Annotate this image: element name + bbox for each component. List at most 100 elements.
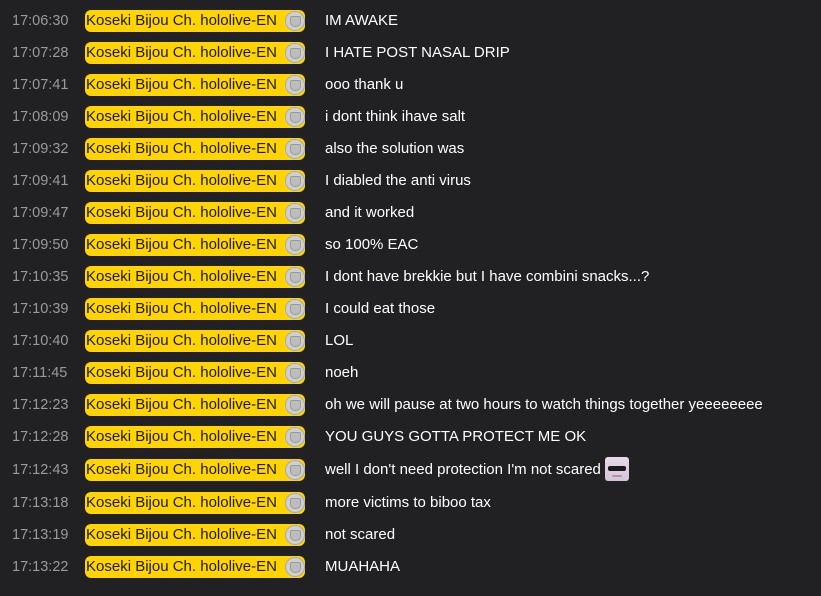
author-name: Koseki Bijou Ch. hololive-EN [86, 396, 277, 413]
message-text: i dont think ihave salt [325, 108, 466, 125]
author-chip[interactable]: Koseki Bijou Ch. hololive-EN [85, 202, 305, 224]
author-name: Koseki Bijou Ch. hololive-EN [86, 172, 277, 189]
chat-message: 17:13:22 Koseki Bijou Ch. hololive-EN MU… [0, 551, 821, 583]
message-text: not scared [325, 526, 396, 543]
message-text: ooo thank u [325, 76, 404, 93]
message-text: YOU GUYS GOTTA PROTECT ME OK [325, 428, 587, 445]
author-chip[interactable]: Koseki Bijou Ch. hololive-EN [85, 74, 305, 96]
chat-message: 17:12:23 Koseki Bijou Ch. hololive-EN oh… [0, 389, 821, 421]
message-text-content: well I don't need protection I'm not sca… [325, 461, 601, 478]
author-chip[interactable]: Koseki Bijou Ch. hololive-EN [85, 426, 305, 448]
member-badge-icon [285, 525, 305, 545]
chat-message: 17:12:43 Koseki Bijou Ch. hololive-EN we… [0, 453, 821, 487]
message-text: so 100% EAC [325, 236, 419, 253]
author-chip[interactable]: Koseki Bijou Ch. hololive-EN [85, 234, 305, 256]
author-chip[interactable]: Koseki Bijou Ch. hololive-EN [85, 266, 305, 288]
timestamp: 17:13:18 [12, 495, 69, 511]
timestamp: 17:08:09 [12, 109, 69, 125]
member-badge-icon [285, 267, 305, 287]
timestamp: 17:06:30 [12, 13, 69, 29]
member-badge-icon [285, 171, 305, 191]
timestamp: 17:09:41 [12, 173, 69, 189]
timestamp: 17:10:35 [12, 269, 69, 285]
timestamp: 17:12:28 [12, 429, 69, 445]
member-badge-icon [285, 427, 305, 447]
author-chip[interactable]: Koseki Bijou Ch. hololive-EN [85, 170, 305, 192]
member-badge-icon [285, 11, 305, 31]
author-chip[interactable]: Koseki Bijou Ch. hololive-EN [85, 459, 305, 481]
member-badge-icon [285, 331, 305, 351]
message-text: I dont have brekkie but I have combini s… [325, 268, 650, 285]
chat-message: 17:09:47 Koseki Bijou Ch. hololive-EN an… [0, 197, 821, 229]
author-name: Koseki Bijou Ch. hololive-EN [86, 76, 277, 93]
timestamp: 17:12:23 [12, 397, 69, 413]
author-chip[interactable]: Koseki Bijou Ch. hololive-EN [85, 138, 305, 160]
author-chip[interactable]: Koseki Bijou Ch. hololive-EN [85, 492, 305, 514]
chat-message: 17:13:18 Koseki Bijou Ch. hololive-EN mo… [0, 487, 821, 519]
sunglasses-emote-icon [604, 457, 629, 482]
member-badge-icon [285, 139, 305, 159]
author-name: Koseki Bijou Ch. hololive-EN [86, 268, 277, 285]
member-badge-icon [285, 75, 305, 95]
author-name: Koseki Bijou Ch. hololive-EN [86, 461, 277, 478]
timestamp: 17:09:50 [12, 237, 69, 253]
author-name: Koseki Bijou Ch. hololive-EN [86, 364, 277, 381]
author-chip[interactable]: Koseki Bijou Ch. hololive-EN [85, 330, 305, 352]
chat-message: 17:10:39 Koseki Bijou Ch. hololive-EN I … [0, 293, 821, 325]
chat-message: 17:09:41 Koseki Bijou Ch. hololive-EN I … [0, 165, 821, 197]
timestamp: 17:13:22 [12, 559, 69, 575]
member-badge-icon [285, 235, 305, 255]
author-chip[interactable]: Koseki Bijou Ch. hololive-EN [85, 106, 305, 128]
message-text: I HATE POST NASAL DRIP [325, 44, 510, 61]
member-badge-icon [285, 460, 305, 480]
author-name: Koseki Bijou Ch. hololive-EN [86, 204, 277, 221]
chat-message: 17:07:28 Koseki Bijou Ch. hololive-EN I … [0, 37, 821, 69]
message-text: also the solution was [325, 140, 465, 157]
author-chip[interactable]: Koseki Bijou Ch. hololive-EN [85, 362, 305, 384]
timestamp: 17:10:39 [12, 301, 69, 317]
message-text: well I don't need protection I'm not sca… [325, 453, 629, 487]
message-text: more victims to biboo tax [325, 494, 491, 511]
chat-message: 17:11:45 Koseki Bijou Ch. hololive-EN no… [0, 357, 821, 389]
timestamp: 17:13:19 [12, 527, 69, 543]
chat-message: 17:06:30 Koseki Bijou Ch. hololive-EN IM… [0, 5, 821, 37]
member-badge-icon [285, 493, 305, 513]
message-text: I could eat those [325, 300, 436, 317]
member-badge-icon [285, 203, 305, 223]
chat-message: 17:08:09 Koseki Bijou Ch. hololive-EN i … [0, 101, 821, 133]
message-text: and it worked [325, 204, 415, 221]
author-chip[interactable]: Koseki Bijou Ch. hololive-EN [85, 10, 305, 32]
timestamp: 17:07:41 [12, 77, 69, 93]
message-text: oh we will pause at two hours to watch t… [325, 396, 763, 413]
chat-message: 17:07:41 Koseki Bijou Ch. hololive-EN oo… [0, 69, 821, 101]
author-name: Koseki Bijou Ch. hololive-EN [86, 526, 277, 543]
author-chip[interactable]: Koseki Bijou Ch. hololive-EN [85, 524, 305, 546]
chat-message: 17:10:40 Koseki Bijou Ch. hololive-EN LO… [0, 325, 821, 357]
member-badge-icon [285, 299, 305, 319]
chat-message: 17:10:35 Koseki Bijou Ch. hololive-EN I … [0, 261, 821, 293]
chat-message: 17:09:50 Koseki Bijou Ch. hololive-EN so… [0, 229, 821, 261]
timestamp: 17:10:40 [12, 333, 69, 349]
author-chip[interactable]: Koseki Bijou Ch. hololive-EN [85, 556, 305, 578]
timestamp: 17:12:43 [12, 462, 69, 478]
member-badge-icon [285, 107, 305, 127]
chat-message: 17:12:28 Koseki Bijou Ch. hololive-EN YO… [0, 421, 821, 453]
message-text: IM AWAKE [325, 12, 399, 29]
author-chip[interactable]: Koseki Bijou Ch. hololive-EN [85, 42, 305, 64]
author-name: Koseki Bijou Ch. hololive-EN [86, 140, 277, 157]
author-name: Koseki Bijou Ch. hololive-EN [86, 558, 277, 575]
author-name: Koseki Bijou Ch. hololive-EN [86, 108, 277, 125]
author-chip[interactable]: Koseki Bijou Ch. hololive-EN [85, 394, 305, 416]
member-badge-icon [285, 557, 305, 577]
message-text: MUAHAHA [325, 558, 401, 575]
timestamp: 17:11:45 [12, 365, 68, 381]
author-chip[interactable]: Koseki Bijou Ch. hololive-EN [85, 298, 305, 320]
author-name: Koseki Bijou Ch. hololive-EN [86, 332, 277, 349]
message-text: I diabled the anti virus [325, 172, 471, 189]
author-name: Koseki Bijou Ch. hololive-EN [86, 494, 277, 511]
timestamp: 17:09:47 [12, 205, 69, 221]
author-name: Koseki Bijou Ch. hololive-EN [86, 12, 277, 29]
chat-message: 17:09:32 Koseki Bijou Ch. hololive-EN al… [0, 133, 821, 165]
timestamp: 17:07:28 [12, 45, 69, 61]
author-name: Koseki Bijou Ch. hololive-EN [86, 428, 277, 445]
